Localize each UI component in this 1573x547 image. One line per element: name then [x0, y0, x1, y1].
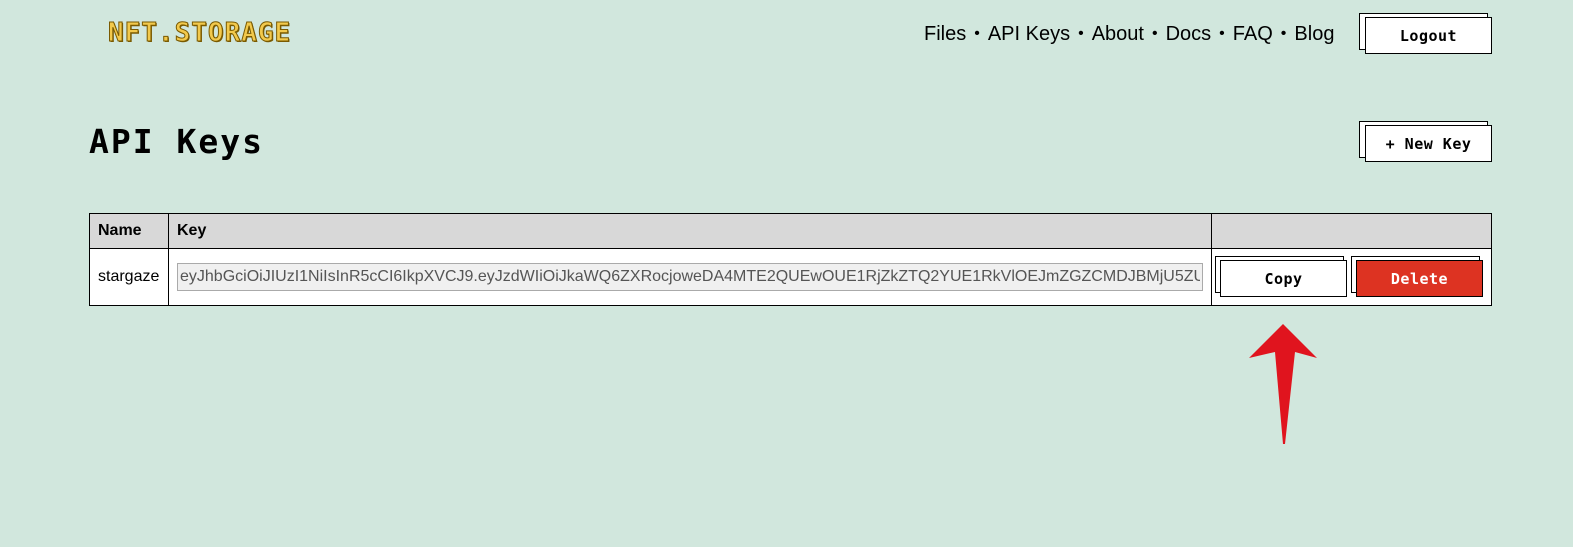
table-header-row: Name Key [89, 213, 1492, 249]
main-nav: Files • API Keys • About • Docs • FAQ • … [924, 22, 1334, 46]
site-header: NFT.STORAGE Files • API Keys • About • D… [0, 0, 1573, 70]
column-header-name: Name [89, 213, 169, 249]
api-key-field[interactable] [177, 263, 1203, 291]
nav-about[interactable]: About [1092, 22, 1144, 46]
red-arrow-up-icon [1249, 324, 1317, 444]
delete-button[interactable]: Delete [1356, 260, 1483, 297]
column-header-actions [1211, 213, 1492, 249]
key-name-cell: stargaze [89, 248, 169, 306]
nav-separator: • [974, 25, 980, 42]
copy-button[interactable]: Copy [1220, 260, 1347, 297]
nav-faq[interactable]: FAQ [1233, 22, 1273, 46]
nav-separator: • [1078, 25, 1084, 42]
logout-button[interactable]: Logout [1365, 17, 1492, 54]
page-title: API Keys [89, 122, 264, 161]
logo[interactable]: NFT.STORAGE [107, 18, 291, 49]
column-header-key: Key [168, 213, 1212, 249]
nav-api-keys[interactable]: API Keys [988, 22, 1070, 46]
new-key-button[interactable]: + New Key [1365, 125, 1492, 162]
key-value-cell [168, 248, 1212, 306]
nav-separator: • [1219, 25, 1225, 42]
nav-docs[interactable]: Docs [1166, 22, 1212, 46]
nav-separator: • [1280, 25, 1287, 42]
nav-blog[interactable]: Blog [1294, 22, 1334, 46]
nav-separator: • [1151, 25, 1158, 42]
nav-files[interactable]: Files [924, 22, 966, 46]
